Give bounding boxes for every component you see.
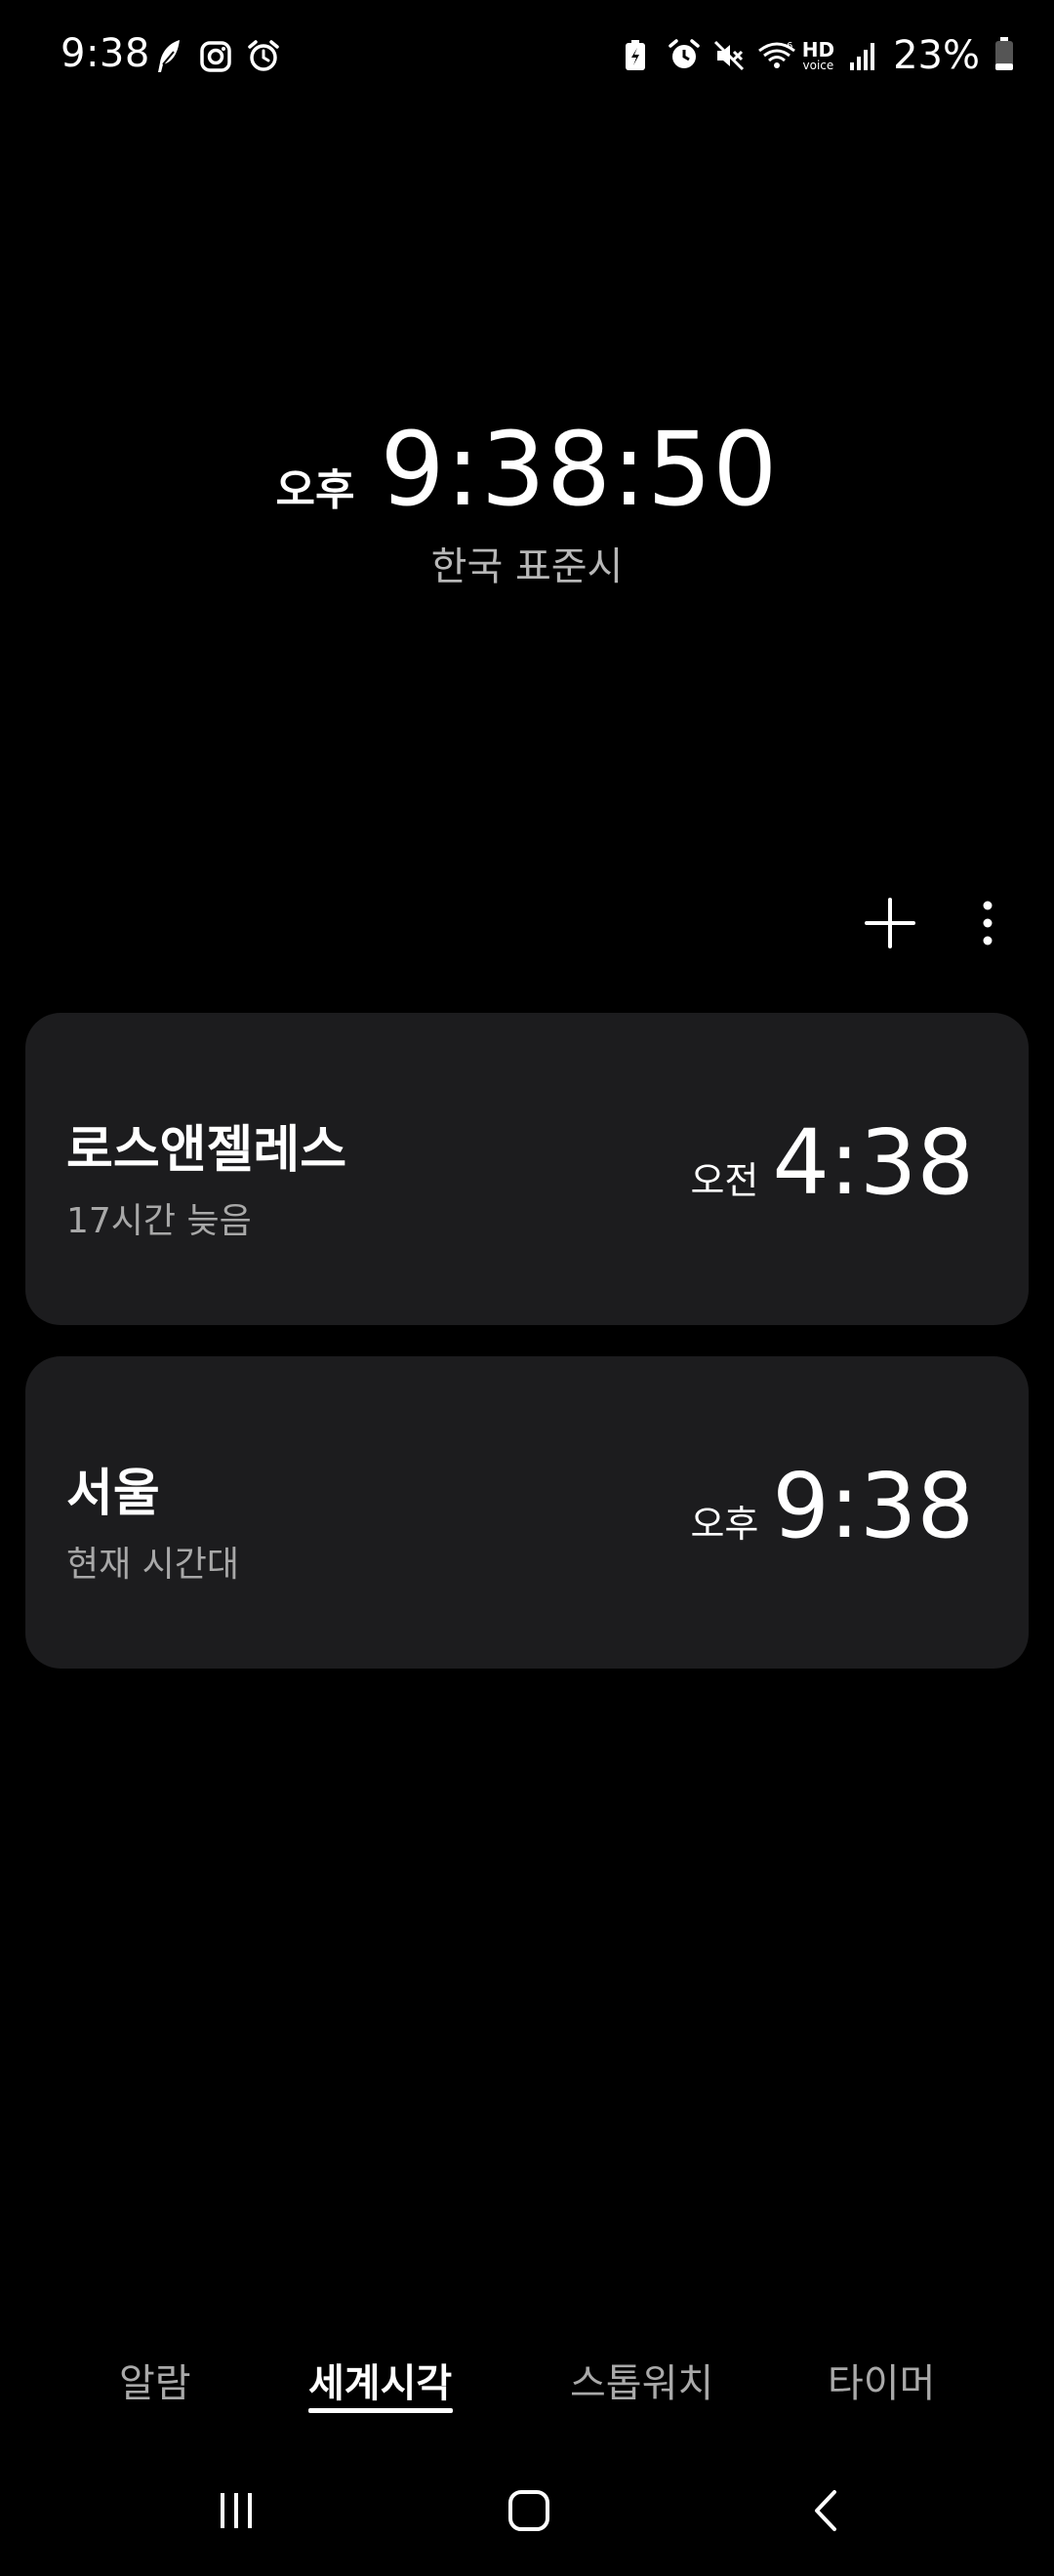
recent-apps-button[interactable] — [197, 2478, 275, 2547]
tab-stopwatch[interactable]: 스톱워치 — [570, 2352, 713, 2408]
main-clock-timezone: 한국 표준시 — [430, 544, 624, 589]
mute-icon — [712, 39, 744, 72]
city-clock: 9:38 — [772, 1454, 974, 1558]
instagram-icon — [199, 40, 232, 77]
battery-icon — [993, 36, 1015, 75]
main-clock: 오후 9:38:50 한국 표준시 — [0, 410, 1054, 591]
status-right: 6 HD voice 23% — [623, 33, 1015, 78]
status-left-icons — [152, 37, 281, 80]
home-button[interactable] — [490, 2478, 568, 2547]
city-time: 오전 4:38 — [690, 1110, 974, 1215]
status-bar: 9:38 6 HD voice 23% — [0, 0, 1054, 115]
alarm-clock-icon — [246, 39, 281, 78]
wifi-icon: 6 — [757, 39, 795, 72]
battery-saver-icon — [623, 39, 654, 72]
active-tab-indicator — [308, 2408, 453, 2413]
plus-icon — [864, 897, 916, 953]
voice-label: voice — [802, 59, 834, 72]
tab-alarm[interactable]: 알람 — [119, 2352, 191, 2408]
city-card-seoul[interactable]: 서울 현재 시간대 오후 9:38 — [25, 1356, 1029, 1669]
feather-icon — [152, 37, 185, 80]
main-clock-time: 9:38:50 — [380, 410, 779, 529]
back-icon — [811, 2488, 840, 2537]
svg-text:6: 6 — [787, 41, 792, 52]
home-icon — [507, 2488, 551, 2537]
city-time: 오후 9:38 — [690, 1454, 974, 1558]
city-name: 서울 — [66, 1465, 160, 1523]
hd-label: HD — [801, 38, 835, 61]
signal-icon — [848, 39, 879, 72]
main-clock-ampm: 오후 — [275, 465, 355, 515]
city-ampm: 오전 — [690, 1159, 759, 1202]
battery-percent: 23% — [893, 33, 980, 78]
city-card-los-angeles[interactable]: 로스앤젤레스 17시간 늦음 오전 4:38 — [25, 1013, 1029, 1325]
main-clock-line: 오후 9:38:50 — [0, 410, 1054, 529]
status-time: 9:38 — [61, 31, 150, 76]
city-time-difference: 17시간 늦음 — [66, 1201, 252, 1241]
tab-timer[interactable]: 타이머 — [828, 2352, 935, 2408]
city-time-difference: 현재 시간대 — [66, 1545, 240, 1585]
more-vertical-icon — [981, 900, 994, 950]
city-name: 로스앤젤레스 — [66, 1121, 347, 1180]
recent-apps-icon — [215, 2489, 258, 2536]
city-ampm: 오후 — [690, 1503, 759, 1546]
world-clock-actions — [863, 898, 1015, 952]
city-clock: 4:38 — [772, 1110, 974, 1215]
bottom-tabs: 알람 세계시각 스톱워치 타이머 — [0, 2352, 1054, 2420]
tab-world-clock[interactable]: 세계시각 — [308, 2352, 452, 2408]
alarm-icon — [668, 39, 700, 72]
back-button[interactable] — [787, 2478, 865, 2547]
add-city-button[interactable] — [863, 898, 917, 952]
hd-voice-icon: HD voice — [802, 40, 834, 71]
more-options-button[interactable] — [960, 898, 1015, 952]
system-navigation-bar — [0, 2478, 1054, 2547]
